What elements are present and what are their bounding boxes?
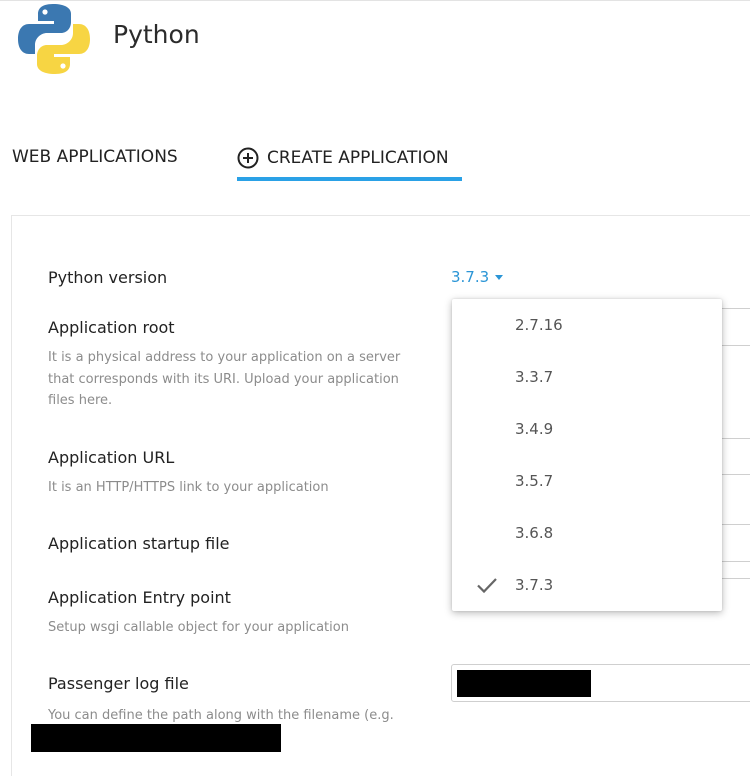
add-circle-icon (237, 147, 259, 169)
version-option-label: 3.7.3 (515, 576, 554, 594)
app-url-description: It is an HTTP/HTTPS link to your applica… (48, 480, 329, 495)
app-root-input-edge[interactable] (722, 308, 750, 309)
caret-down-icon (495, 274, 504, 280)
app-root-input-edge-bottom (722, 345, 750, 346)
entry-point-label: Application Entry point (48, 588, 231, 607)
app-url-input-edge-bottom (722, 474, 750, 475)
tab-create-application-label: CREATE APPLICATION (267, 148, 449, 168)
app-root-description: It is a physical address to your applica… (48, 350, 401, 408)
active-tab-indicator (237, 177, 462, 181)
checkmark-icon (477, 578, 497, 594)
version-option[interactable]: 3.6.8 (452, 507, 722, 559)
app-root-label: Application root (48, 318, 175, 337)
version-option[interactable]: 3.3.7 (452, 351, 722, 403)
python-logo (18, 4, 90, 74)
startup-file-label: Application startup file (48, 534, 230, 553)
app-url-input-edge[interactable] (722, 438, 750, 439)
redacted-example-path (31, 724, 281, 752)
startup-file-input-edge[interactable] (722, 524, 750, 525)
version-option[interactable]: 3.4.9 (452, 403, 722, 455)
app-url-label: Application URL (48, 448, 175, 467)
python-version-select[interactable]: 3.7.3 (451, 268, 504, 286)
version-option-label: 3.5.7 (515, 472, 554, 490)
version-option[interactable]: 2.7.16 (452, 299, 722, 351)
entry-point-description: Setup wsgi callable object for your appl… (48, 620, 349, 635)
tab-web-applications-label: WEB APPLICATIONS (12, 147, 178, 167)
python-version-label: Python version (48, 268, 168, 287)
startup-file-input-edge-bottom (722, 561, 750, 562)
page-title: Python (113, 20, 200, 49)
version-option-label: 3.4.9 (515, 420, 554, 438)
tab-web-applications[interactable]: WEB APPLICATIONS (12, 147, 178, 167)
python-version-value: 3.7.3 (451, 268, 490, 286)
python-version-dropdown: 2.7.16 3.3.7 3.4.9 3.5.7 3.6.8 3.7.3 (452, 299, 722, 611)
entry-point-input-edge[interactable] (722, 578, 750, 579)
version-option-label: 2.7.16 (515, 316, 563, 334)
redacted-log-path (457, 670, 591, 697)
version-option-label: 3.3.7 (515, 368, 554, 386)
version-option[interactable]: 3.5.7 (452, 455, 722, 507)
version-option-selected[interactable]: 3.7.3 (452, 559, 722, 611)
top-border (0, 0, 750, 1)
passenger-log-label: Passenger log file (48, 674, 189, 693)
version-option-label: 3.6.8 (515, 524, 554, 542)
tab-create-application[interactable]: CREATE APPLICATION (237, 147, 449, 169)
